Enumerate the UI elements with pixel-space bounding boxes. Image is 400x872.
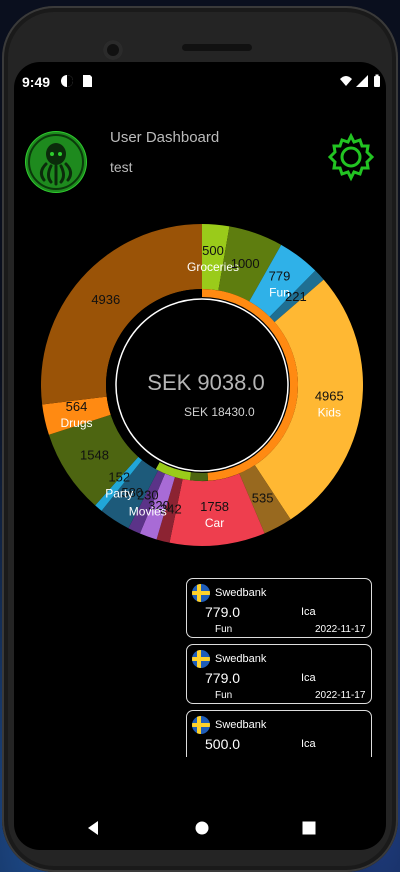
home-icon[interactable] xyxy=(195,820,209,836)
sweden-flag-icon xyxy=(192,716,210,734)
app-screen: 9:49 User Dashboard test 500 Groceries 1… xyxy=(14,62,386,850)
slice-value-label: 779 xyxy=(269,269,291,284)
slice-category-label: Party xyxy=(105,486,133,500)
slice-value-label: 221 xyxy=(285,289,307,304)
inner-slice-1[interactable] xyxy=(189,472,209,481)
center-amount: SEK 9038.0 xyxy=(147,370,265,395)
slice-value-label: 4936 xyxy=(91,292,120,307)
transaction-card[interactable]: Swedbank 779.0 Ica Fun 2022-11-17 xyxy=(186,578,372,638)
slice-category-label: Kids xyxy=(318,406,341,420)
card-category: Fun xyxy=(215,690,233,701)
back-icon[interactable] xyxy=(86,820,100,836)
slice-value-label: 1758 xyxy=(200,499,229,514)
sweden-flag-icon xyxy=(192,584,210,602)
card-merchant: Ica xyxy=(301,738,316,750)
card-merchant: Ica xyxy=(301,606,316,618)
slice-value-label: 1000 xyxy=(231,256,260,271)
card-bank: Swedbank xyxy=(215,653,267,665)
card-date: 2022-11-17 xyxy=(315,690,366,701)
slice-value-label: 500 xyxy=(202,243,224,258)
camera-icon xyxy=(103,40,123,60)
slice-value-label: 4965 xyxy=(315,389,344,404)
slice-value-label: 1548 xyxy=(80,447,109,462)
slice-value-label: 152 xyxy=(108,469,130,484)
card-amount: 779.0 xyxy=(205,670,241,686)
speaker-grille xyxy=(182,44,252,51)
card-date: 2022-11-17 xyxy=(315,624,366,635)
center-total: SEK 18430.0 xyxy=(184,405,255,419)
slice-value-label: 535 xyxy=(252,490,274,505)
slice-value-label: 564 xyxy=(66,399,88,414)
android-nav-bar xyxy=(14,810,386,850)
card-category: Fun xyxy=(215,624,233,635)
sweden-flag-icon xyxy=(192,650,210,668)
card-bank: Swedbank xyxy=(215,587,267,599)
transaction-card[interactable]: Swedbank 500.0 Ica xyxy=(186,710,372,757)
transaction-card[interactable]: Swedbank 779.0 Ica Fun 2022-11-17 xyxy=(186,644,372,704)
card-merchant: Ica xyxy=(301,672,316,684)
card-amount: 500.0 xyxy=(205,736,241,752)
slice-category-label: Car xyxy=(205,516,224,530)
card-amount: 779.0 xyxy=(205,604,241,620)
slice-category-label: Movies xyxy=(129,505,167,519)
card-bank: Swedbank xyxy=(215,719,267,731)
slice-category-label: Drugs xyxy=(61,416,93,430)
recents-icon[interactable] xyxy=(302,820,316,836)
spending-donut-chart[interactable]: 500Groceries1000779Fun2214965Kids5351758… xyxy=(14,62,386,622)
